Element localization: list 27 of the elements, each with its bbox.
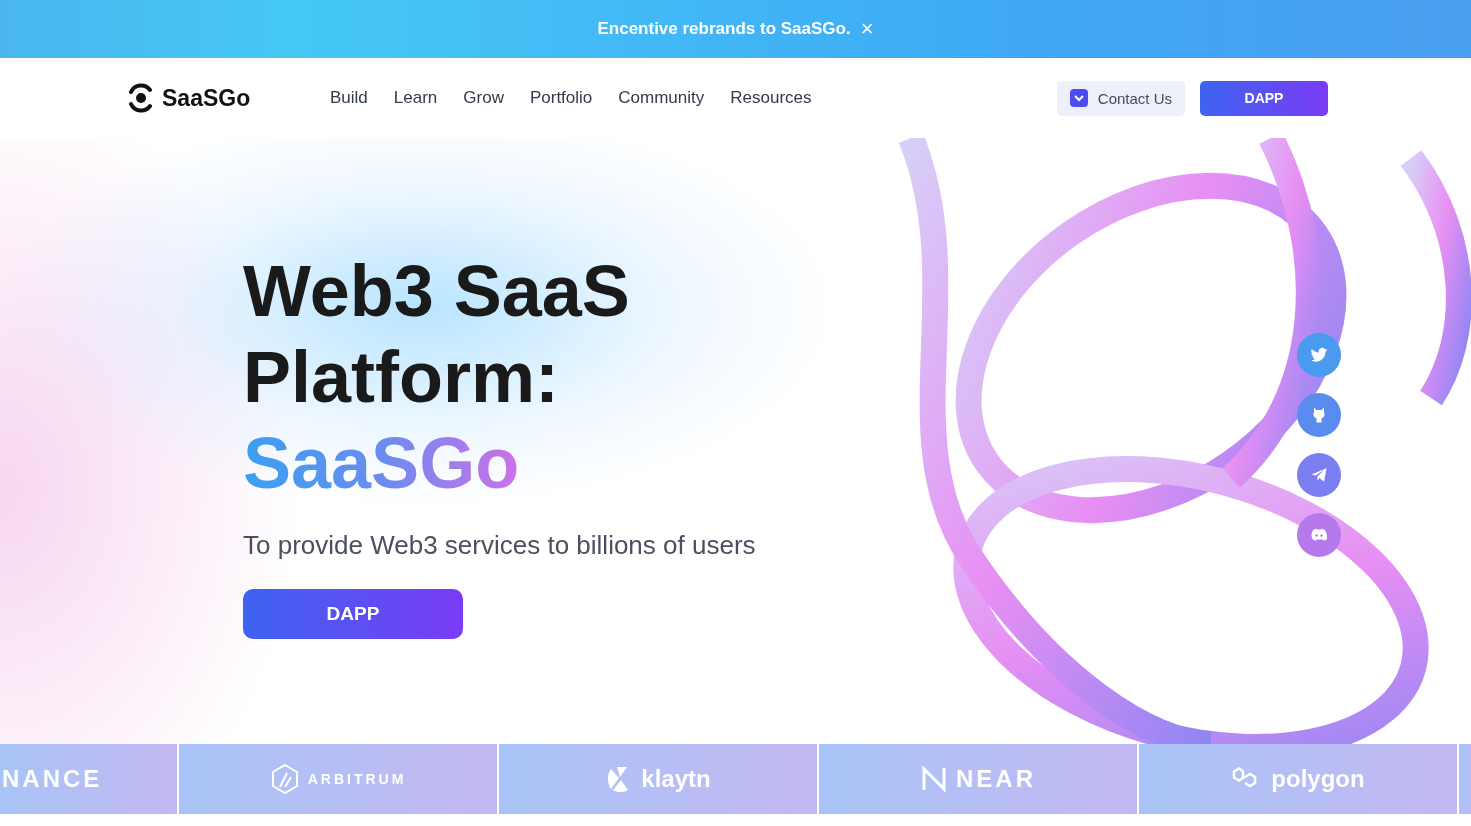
hero-subtitle: To provide Web3 services to billions of users [243, 530, 756, 561]
nav-link[interactable]: Learn [393, 88, 438, 108]
partner-name: NEAR [956, 765, 1036, 793]
social-button[interactable] [1297, 453, 1341, 497]
nav-link[interactable]: Grow [463, 88, 504, 108]
announcement-text: Encentive rebrands to SaaSGo. [597, 19, 851, 39]
social-button[interactable] [1297, 513, 1341, 557]
contact-button[interactable]: Contact Us [1056, 80, 1185, 116]
partner-name: polygon [1271, 765, 1365, 793]
partner-name: klaytn [641, 765, 711, 793]
hero-dapp-button[interactable]: DAPP [243, 589, 463, 639]
partner-name: NANCE [2, 765, 103, 793]
logo-icon [128, 83, 154, 113]
social-button[interactable] [1297, 393, 1341, 437]
logo-text: SaaSGo [162, 84, 251, 112]
chevron-down-icon [1069, 89, 1088, 107]
n-logo-icon [920, 766, 948, 792]
nav-link[interactable]: Build [330, 88, 368, 108]
nav-link[interactable]: Portfolio [529, 88, 593, 108]
nav-link[interactable]: Community [618, 88, 705, 108]
partner-name: ARBITRUM [307, 771, 407, 787]
nav-link[interactable]: Resources [730, 88, 812, 108]
bird-icon [1309, 345, 1329, 365]
dapp-button[interactable]: DAPP [1200, 80, 1328, 116]
hero-title: Platform: [243, 336, 560, 419]
hero-title: Web3 SaaS [243, 250, 630, 333]
hexagon-icon [269, 763, 300, 795]
